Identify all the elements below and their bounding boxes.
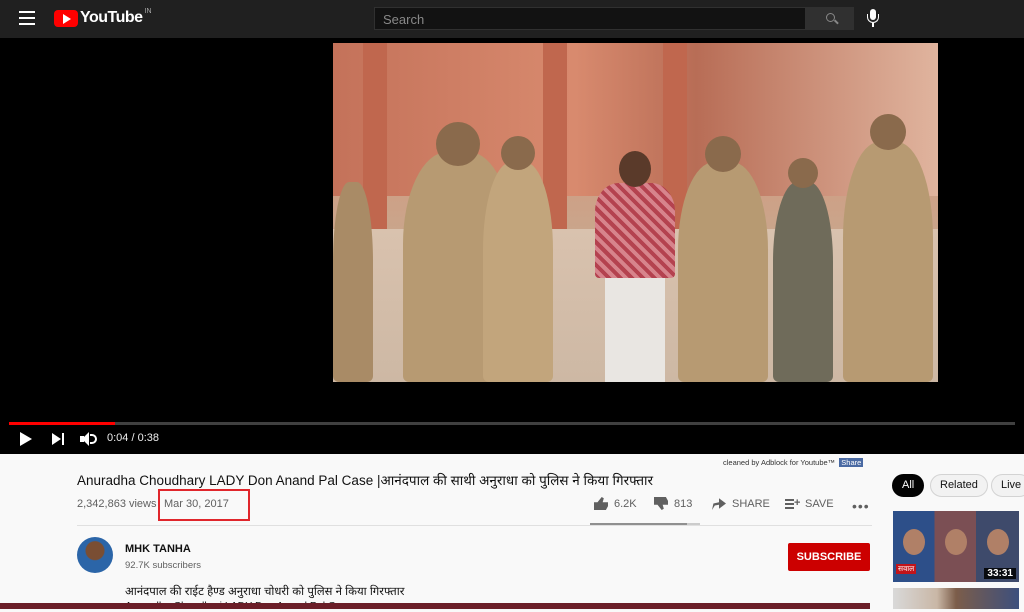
play-icon[interactable] (20, 432, 32, 446)
divider (77, 525, 872, 526)
recommended-video-thumbnail-2[interactable] (893, 588, 1019, 609)
adblock-share-link[interactable]: Share (839, 458, 864, 467)
youtube-play-logo-icon (54, 9, 78, 27)
search-input[interactable]: Search (374, 7, 806, 30)
dislike-button[interactable]: 813 (654, 497, 692, 510)
subscriber-count: 92.7K subscribers (125, 560, 202, 571)
share-label: SHARE (732, 497, 770, 510)
hamburger-menu-icon[interactable] (19, 11, 35, 25)
dislike-count: 813 (674, 497, 693, 510)
thumbs-down-icon (654, 497, 668, 510)
microphone-icon[interactable] (866, 9, 880, 27)
volume-icon[interactable] (80, 432, 98, 446)
playlist-add-icon (785, 497, 800, 510)
chip-related[interactable]: Related (930, 474, 988, 497)
more-actions-button[interactable]: ••• (852, 498, 870, 514)
next-icon[interactable] (52, 433, 66, 445)
like-button[interactable]: 6.2K (594, 497, 637, 510)
chip-live[interactable]: Live (991, 474, 1024, 497)
video-player[interactable]: 0:04 / 0:38 (0, 38, 1024, 454)
progress-played (9, 422, 115, 425)
page-bottom-edge (0, 603, 870, 609)
recommended-duration: 33:31 (984, 568, 1016, 579)
video-frame[interactable] (333, 43, 938, 382)
logo-text: YouTube (80, 9, 143, 26)
share-icon (712, 498, 726, 510)
video-info: cleaned by Adblock for Youtube™ Share An… (0, 454, 1024, 612)
channel-name[interactable]: MHK TANHA (125, 543, 191, 555)
adblock-text: cleaned by Adblock for Youtube™ (723, 458, 836, 467)
chip-all[interactable]: All (892, 474, 925, 497)
save-label: SAVE (805, 497, 834, 510)
channel-avatar[interactable] (77, 537, 113, 573)
search-button[interactable] (806, 7, 854, 30)
youtube-logo[interactable]: YouTube IN (54, 7, 152, 27)
video-title: Anuradha Choudhary LADY Don Anand Pal Ca… (77, 473, 654, 488)
logo-region: IN (144, 7, 152, 15)
top-bar: YouTube IN Search (0, 0, 1024, 38)
recommended-video-thumbnail[interactable]: सवाल 33:31 (893, 511, 1019, 582)
adblock-notice: cleaned by Adblock for Youtube™ Share (723, 458, 864, 467)
save-button[interactable]: SAVE (785, 497, 834, 510)
upload-date: Mar 30, 2017 (164, 498, 229, 510)
share-button[interactable]: SHARE (712, 497, 770, 510)
thumbs-up-icon (594, 497, 608, 510)
progress-bar[interactable] (9, 422, 1015, 425)
time-display: 0:04 / 0:38 (107, 432, 159, 444)
subscribe-button[interactable]: SUBSCRIBE (788, 543, 870, 571)
description-line-1: आनंदपाल की राईट हैण्ड अनुराधा चोधरी को प… (125, 586, 405, 598)
recommended-caption: सवाल (896, 564, 917, 574)
like-count: 6.2K (614, 497, 637, 510)
view-count: 2,342,863 views (77, 498, 157, 510)
